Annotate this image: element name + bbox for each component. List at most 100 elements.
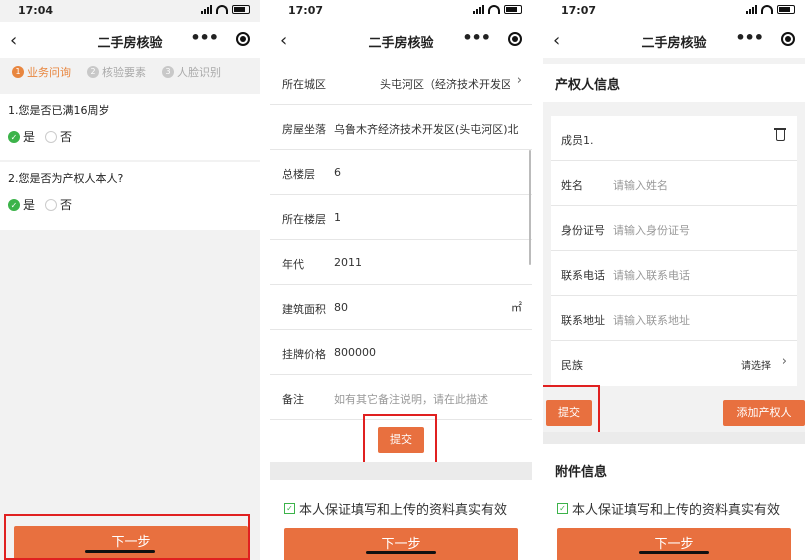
member-label: 成员1. [561,134,594,147]
scrollbar[interactable] [529,150,531,265]
checkbox-checked-icon: ✓ [284,503,295,514]
battery-icon [777,5,795,14]
home-indicator [639,551,709,554]
question-text: 1.您是否已满16周岁 [8,104,110,117]
step-label: 核验要素 [102,66,146,79]
step-3: 3 人脸识别 [162,64,221,80]
status-bar: 17:07 [270,0,532,22]
option-yes[interactable]: ✓ 是 [8,196,35,213]
status-bar: 17:04 [0,0,260,22]
field-value: 2011 [334,256,362,269]
option-no[interactable]: 否 [45,128,72,145]
page-title: 二手房核验 [368,36,434,51]
owner-section-title: 产权人信息 [543,64,805,102]
field-label: 所在楼层 [282,213,326,226]
wifi-icon [761,5,773,14]
ethnicity-select[interactable]: 请选择 [741,357,771,372]
field-contact-address[interactable]: 联系地址 请输入联系地址 [551,296,797,341]
step-number: 3 [162,66,174,78]
status-time: 17:07 [288,4,324,17]
field-phone[interactable]: 联系电话 请输入联系电话 [551,251,797,296]
status-time: 17:07 [561,4,597,17]
field-label: 联系电话 [561,269,605,282]
field-ethnicity[interactable]: 民族 请选择 › [551,341,797,386]
next-button[interactable]: 下一步 [557,528,791,560]
close-miniprogram-icon[interactable] [236,32,250,46]
field-floor[interactable]: 所在楼层 1 [270,195,532,240]
nav-bar: ‹ 二手房核验 ••• [0,22,260,58]
status-bar: 17:07 [543,0,805,22]
question-text: 2.您是否为产权人本人? [8,172,124,185]
field-id-number[interactable]: 身份证号 请输入身份证号 [551,206,797,251]
field-label: 年代 [282,258,304,271]
name-input[interactable]: 请输入姓名 [613,177,668,193]
field-label: 联系地址 [561,314,605,327]
highlight-box [4,514,250,560]
trash-icon[interactable] [774,128,786,141]
signal-icon [201,5,212,14]
step-number: 1 [12,66,24,78]
field-label: 所在城区 [282,78,326,91]
more-icon[interactable]: ••• [735,28,764,47]
add-owner-button[interactable]: 添加产权人 [723,400,805,426]
chevron-right-icon: › [781,354,787,369]
field-label: 总楼层 [282,168,315,181]
question-card-age: 1.您是否已满16周岁 ✓ 是 否 [0,94,260,160]
phone-screen-2: 17:07 ‹ 二手房核验 ••• 所在城区 头屯河区（经济技术开发区） › 房… [270,0,532,560]
wifi-icon [488,5,500,14]
field-price[interactable]: 挂牌价格 800000 [270,330,532,375]
check-icon: ✓ [8,198,20,211]
promise-statement[interactable]: ✓ 本人保证填写和上传的资料真实有效 [284,499,507,518]
field-label: 备注 [282,393,304,406]
phone-screen-3: 17:07 ‹ 二手房核验 ••• 产权人信息 成员1. 姓名 请输入姓名 身份… [543,0,805,560]
check-icon: ✓ [8,130,20,143]
wifi-icon [216,5,228,14]
field-label: 姓名 [561,179,583,192]
more-icon[interactable]: ••• [190,28,219,47]
attachment-section-title: 附件信息 [543,444,805,488]
close-miniprogram-icon[interactable] [781,32,795,46]
remark-input[interactable]: 如有其它备注说明，请在此描述 [334,391,520,407]
battery-icon [504,5,522,14]
promise-statement[interactable]: ✓ 本人保证填写和上传的资料真实有效 [557,499,780,518]
field-label: 房屋坐落 [282,123,326,136]
close-miniprogram-icon[interactable] [508,32,522,46]
field-year[interactable]: 年代 2011 [270,240,532,285]
step-indicator: 1 业务问询 2 核验要素 3 人脸识别 [0,58,260,86]
field-total-floors[interactable]: 总楼层 6 [270,150,532,195]
unit-label: ㎡ [511,301,522,314]
phone-screen-1: 17:04 ‹ 二手房核验 ••• 1 业务问询 2 核验要素 3 人脸识别 1… [0,0,260,560]
address-input[interactable]: 请输入联系地址 [613,312,690,328]
member-header: 成员1. [551,116,797,161]
signal-icon [746,5,757,14]
field-value: 1 [334,211,341,224]
field-label: 身份证号 [561,224,605,237]
step-label: 人脸识别 [177,66,221,79]
phone-input[interactable]: 请输入联系电话 [613,267,690,283]
chevron-right-icon: › [516,73,522,88]
field-district[interactable]: 所在城区 头屯河区（经济技术开发区） › [270,60,532,105]
field-label: 民族 [561,359,583,372]
id-number-input[interactable]: 请输入身份证号 [613,222,690,238]
question-card-owner: 2.您是否为产权人本人? ✓ 是 否 [0,162,260,230]
owner-member-card: 成员1. 姓名 请输入姓名 身份证号 请输入身份证号 联系电话 请输入联系电话 … [551,116,797,386]
field-area[interactable]: 建筑面积 80 ㎡ [270,285,532,330]
step-number: 2 [87,66,99,78]
signal-icon [473,5,484,14]
option-no[interactable]: 否 [45,196,72,213]
radio-icon [45,130,58,143]
field-address[interactable]: 房屋坐落 乌鲁木齐经济技术开发区(头屯河区)北京 [270,105,532,150]
next-button[interactable]: 下一步 [284,528,518,560]
more-icon[interactable]: ••• [462,28,491,47]
highlight-box [543,385,600,437]
checkbox-checked-icon: ✓ [557,503,568,514]
home-indicator [366,551,436,554]
field-value: 800000 [334,346,376,359]
field-name[interactable]: 姓名 请输入姓名 [551,161,797,206]
option-yes[interactable]: ✓ 是 [8,128,35,145]
field-value: 80 [334,301,348,314]
section-divider [543,432,805,444]
page-title: 二手房核验 [97,36,163,51]
status-time: 17:04 [18,4,54,17]
nav-bar: ‹ 二手房核验 ••• [270,22,532,58]
